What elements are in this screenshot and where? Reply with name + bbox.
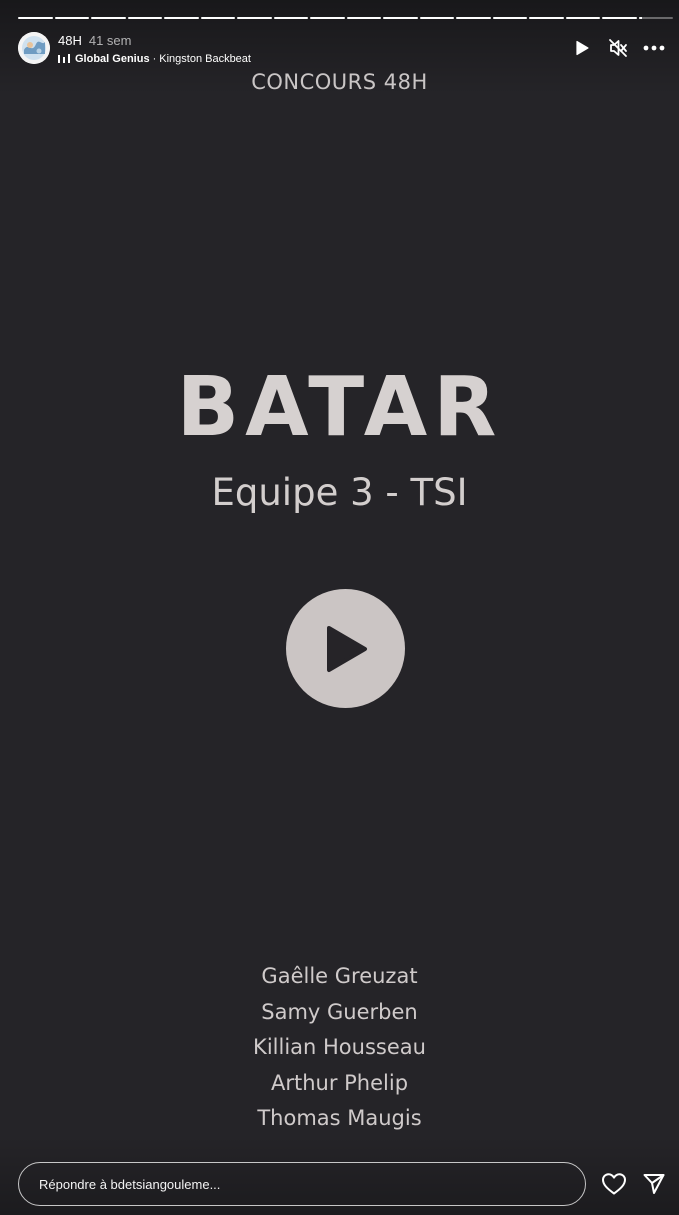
muted-speaker-icon[interactable] [607,37,629,59]
progress-segment [565,17,600,19]
progress-segment [456,17,491,19]
team-member-name: Samy Guerben [261,999,418,1024]
story-progress-bar [18,17,673,19]
music-bars-icon [58,54,70,63]
progress-segment [91,17,126,19]
music-track: Global Genius [75,53,150,65]
progress-segment [237,17,272,19]
more-options-icon[interactable] [643,37,665,59]
progress-segment [383,17,418,19]
profile-avatar[interactable] [18,32,50,64]
music-separator: · [152,53,157,65]
music-artist: Kingston Backbeat [159,53,251,65]
progress-segment [419,17,454,19]
story-viewer: 48H 41 sem Global Genius · Kingston Backb… [0,0,679,1215]
progress-segment [638,17,673,19]
story-username[interactable]: 48H [58,33,82,48]
video-play-button[interactable] [286,589,405,708]
progress-segment [164,17,199,19]
progress-segment [310,17,345,19]
progress-segment [273,17,308,19]
progress-segment [18,17,53,19]
music-attribution[interactable]: Global Genius · Kingston Backbeat [58,53,251,65]
progress-segment [200,17,235,19]
progress-segment [346,17,381,19]
video-overline: CONCOURS 48H [251,70,428,94]
team-member-list: Gaêlle Greuzat Samy Guerben Killian Housse… [0,959,679,1137]
progress-segment [529,17,564,19]
send-icon[interactable] [640,1170,668,1198]
reply-input[interactable] [18,1162,586,1206]
video-title: BATAR [176,360,503,455]
play-icon[interactable] [571,37,593,59]
story-header: 48H 41 sem Global Genius · Kingston Backb… [18,31,665,69]
team-member-name: Gaêlle Greuzat [261,964,418,988]
progress-segment [54,17,89,19]
play-circle-icon [326,625,367,672]
team-member-name: Killian Housseau [253,1035,426,1059]
progress-segment [127,17,162,19]
progress-segment [492,17,527,19]
team-member-name: Arthur Phelip [270,1070,409,1095]
team-member-name: Thomas Maugis [257,1106,422,1130]
story-timestamp: 41 sem [88,33,132,48]
story-controls [571,37,665,59]
video-subtitle: Equipe 3 - TSI [211,471,468,514]
heart-icon[interactable] [600,1170,628,1198]
progress-segment [602,17,637,19]
